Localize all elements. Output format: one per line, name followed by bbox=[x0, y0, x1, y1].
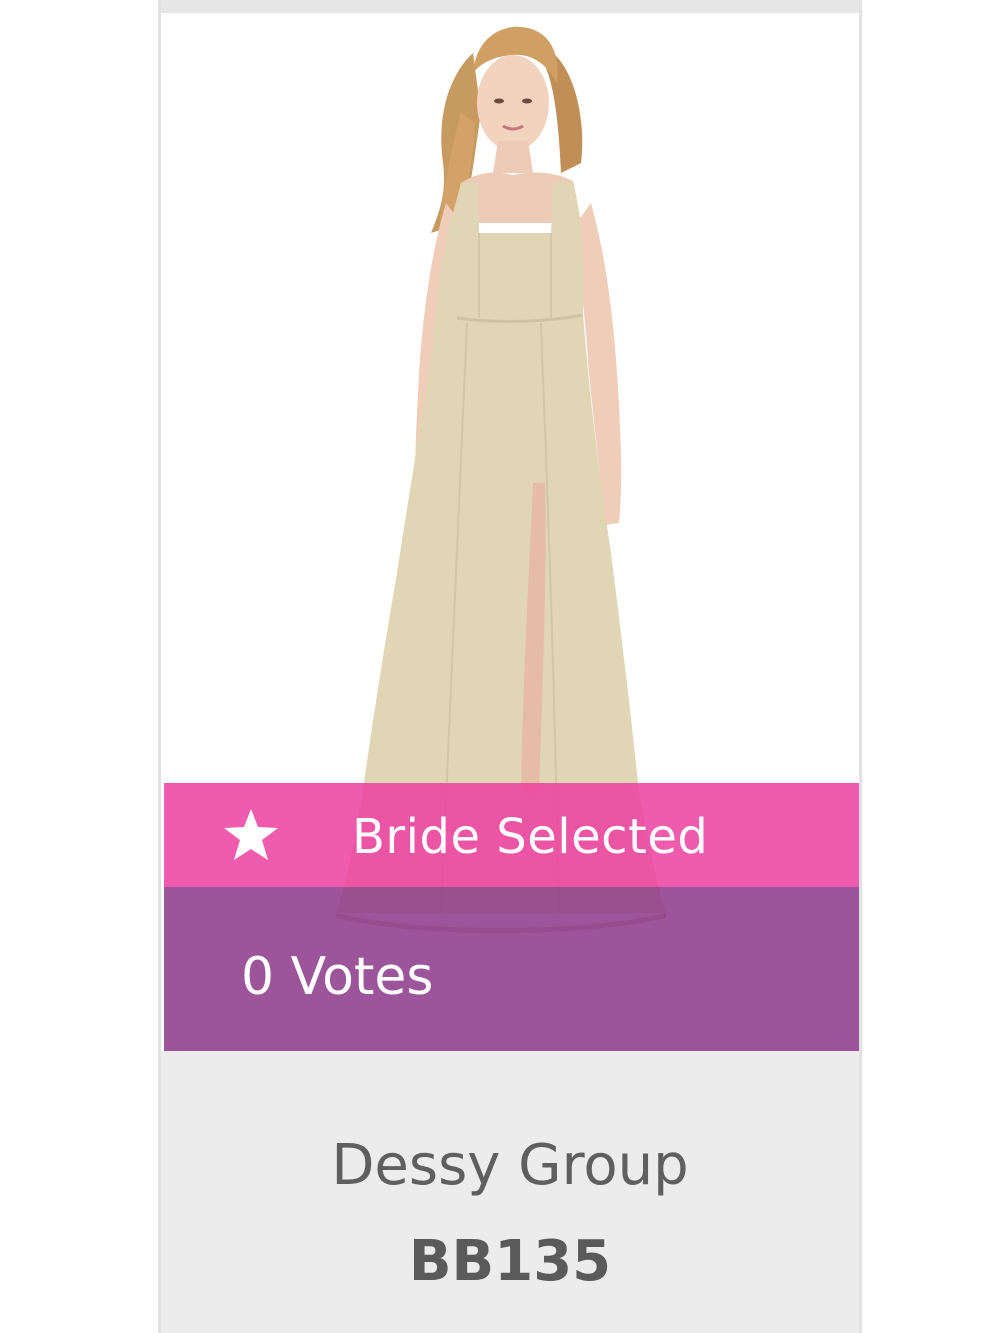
dress-card[interactable]: Bride Selected 0 Votes Dessy Group BB135 bbox=[158, 0, 862, 1333]
product-info: Dessy Group BB135 bbox=[161, 1051, 859, 1333]
card-top-strip bbox=[161, 0, 859, 13]
bride-selected-label: Bride Selected bbox=[352, 809, 709, 865]
votes-bar[interactable]: 0 Votes bbox=[164, 887, 859, 1051]
page: Bride Selected 0 Votes Dessy Group BB135 bbox=[0, 0, 1000, 1333]
brand-name: Dessy Group bbox=[331, 1133, 689, 1198]
star-icon bbox=[224, 809, 278, 860]
votes-count-label: 0 Votes bbox=[241, 947, 434, 1007]
bride-selected-banner[interactable]: Bride Selected bbox=[164, 783, 859, 887]
style-code: BB135 bbox=[408, 1229, 612, 1294]
